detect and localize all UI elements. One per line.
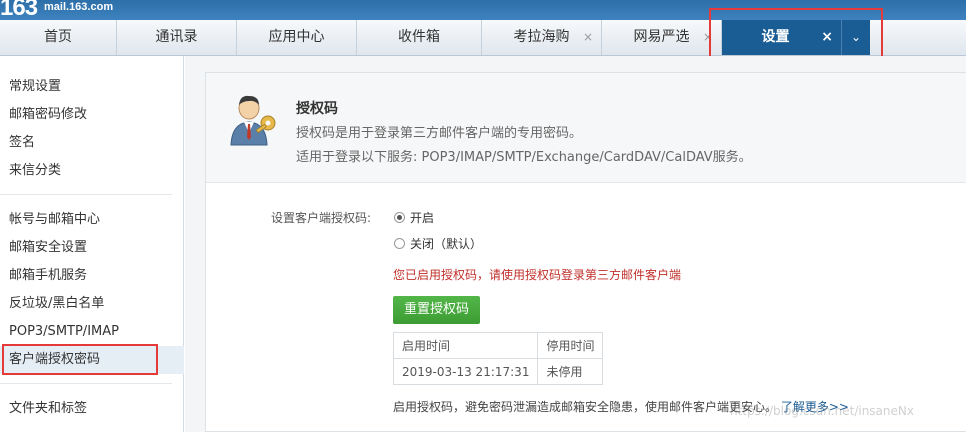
sidebar-item-account-center[interactable]: 帐号与邮箱中心 [0,206,184,234]
logo[interactable]: 163 [0,0,38,22]
enabled-warning: 您已启用授权码，请使用授权码登录第三方邮件客户端 [393,268,682,282]
auth-setting-label: 设置客户端授权码: [271,211,372,225]
sidebar-divider [0,194,172,195]
radio-on[interactable] [394,212,405,223]
sidebar: 常规设置 邮箱密码修改 签名 来信分类 帐号与邮箱中心 邮箱安全设置 邮箱手机服… [0,56,184,432]
table-row: 2019-03-13 21:17:31 未停用 [392,358,604,385]
tab-inbox[interactable]: 收件箱 [357,20,482,55]
panel-services: 适用于登录以下服务: POP3/IMAP/SMTP/Exchange/CardD… [296,150,752,165]
panel-title: 授权码 [296,101,338,117]
tab-yanxuan[interactable]: 网易严选 × [602,20,722,55]
sidebar-item-folders[interactable]: 文件夹和标签 [0,395,184,423]
sidebar-item-filters[interactable]: 来信分类 [0,157,184,185]
column-header: 停用时间 [537,332,604,359]
highlight-box-client-auth [2,344,158,375]
table-header-row: 启用时间 停用时间 [392,332,604,359]
radio-off[interactable] [394,238,405,249]
tab-app-center[interactable]: 应用中心 [237,20,357,55]
disabled-time-cell: 未停用 [537,358,604,385]
user-key-icon [230,95,276,146]
logo-domain: mail.163.com [44,1,114,13]
radio-on-label[interactable]: 开启 [410,209,434,226]
close-icon[interactable]: × [583,20,593,54]
panel-header: 授权码 授权码是用于登录第三方邮件客户端的专用密码。 适用于登录以下服务: PO… [206,73,966,183]
tab-contacts[interactable]: 通讯录 [117,20,237,55]
security-tip-text: 启用授权码，避免密码泄漏造成邮箱安全隐患，使用邮件客户端更安心。 [393,400,778,414]
sidebar-item-mobile[interactable]: 邮箱手机服务 [0,262,184,290]
auth-history-table: 启用时间 停用时间 2019-03-13 21:17:31 未停用 [392,332,604,385]
sidebar-item-antispam[interactable]: 反垃圾/黑白名单 [0,290,184,318]
enabled-time-cell: 2019-03-13 21:17:31 [392,358,539,385]
sidebar-divider [0,383,172,384]
reset-auth-code-button[interactable]: 重置授权码 [393,296,480,324]
panel-description: 授权码是用于登录第三方邮件客户端的专用密码。 [296,126,583,141]
column-header: 启用时间 [392,332,539,359]
top-bar: 163 mail.163.com 首页 通讯录 应用中心 收件箱 考拉海购 × … [0,0,966,60]
sidebar-item-pop3[interactable]: POP3/SMTP/IMAP [0,318,184,346]
radio-off-label[interactable]: 关闭（默认） [410,235,482,252]
highlight-box-settings-tab [709,8,883,60]
sidebar-item-password[interactable]: 邮箱密码修改 [0,101,184,129]
tab-kaola[interactable]: 考拉海购 × [482,20,602,55]
sidebar-item-general[interactable]: 常规设置 [0,73,184,101]
tab-home[interactable]: 首页 [0,20,117,55]
sidebar-item-signature[interactable]: 签名 [0,129,184,157]
sidebar-item-security[interactable]: 邮箱安全设置 [0,234,184,262]
watermark: https://blog.csdn.net/insaneNx [730,404,914,418]
